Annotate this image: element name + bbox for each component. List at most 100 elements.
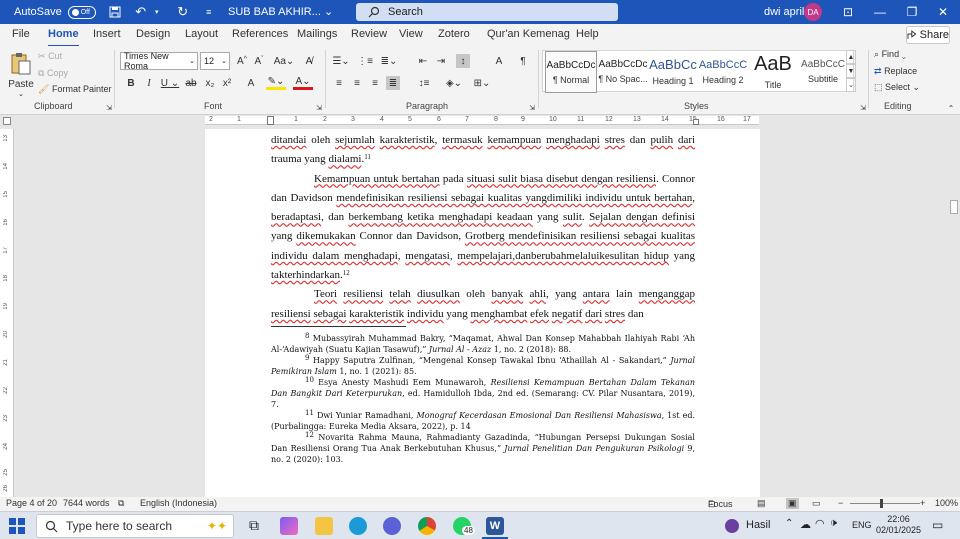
vertical-scrollbar[interactable]: [948, 116, 960, 497]
search-box[interactable]: Search: [356, 3, 618, 21]
autosave-toggle[interactable]: Off: [67, 5, 96, 19]
footnote-ref[interactable]: 11: [364, 153, 371, 161]
web-layout-icon[interactable]: ▭: [812, 498, 821, 509]
copilot-icon[interactable]: [280, 517, 298, 535]
collapse-ribbon-icon[interactable]: ⌃: [944, 101, 958, 115]
tab-review[interactable]: Review: [351, 28, 387, 40]
line-spacing-icon[interactable]: ↕≡: [414, 76, 434, 90]
multilevel-list-icon[interactable]: ≣⌄: [380, 54, 398, 68]
task-view-icon[interactable]: ⧉: [245, 517, 263, 535]
borders-icon[interactable]: ⊞⌄: [472, 76, 492, 90]
bullets-icon[interactable]: ☰⌄: [332, 54, 350, 68]
ruler-corner[interactable]: [3, 117, 11, 125]
notifications-icon[interactable]: ▭: [932, 518, 943, 532]
styles-scroll-down-icon[interactable]: ▼: [846, 64, 856, 78]
show-formatting-icon[interactable]: ¶: [516, 54, 530, 68]
cut-button[interactable]: ✂ Cut: [38, 51, 62, 62]
zoom-slider-thumb[interactable]: [880, 499, 883, 508]
weather-label[interactable]: Hasil: [746, 519, 770, 531]
clock[interactable]: 22:06 02/01/2025: [876, 514, 921, 536]
minimize-icon[interactable]: —: [872, 4, 888, 20]
underline-icon[interactable]: U ⌄: [160, 76, 180, 90]
font-name-select[interactable]: Times New Roma ⌄: [120, 51, 198, 71]
font-launcher-icon[interactable]: ⇲: [312, 101, 326, 115]
format-painter-button[interactable]: 🖌 Format Painter: [38, 84, 111, 95]
styles-scroll-up-icon[interactable]: ▲: [846, 50, 856, 64]
tab-help[interactable]: Help: [576, 28, 599, 40]
strikethrough-icon[interactable]: ab: [184, 76, 198, 90]
find-button[interactable]: ⌕ Find ⌄: [874, 49, 906, 60]
zoom-out-icon[interactable]: −: [838, 498, 843, 508]
show-hidden-icons[interactable]: ⌃: [785, 518, 793, 529]
paste-button[interactable]: Paste ⌄: [8, 52, 34, 100]
proofing-icon[interactable]: ⧉: [118, 498, 124, 509]
font-size-select[interactable]: 12 ⌄: [200, 52, 230, 70]
paragraph-launcher-icon[interactable]: ⇲: [525, 101, 539, 115]
app-icon[interactable]: [383, 517, 401, 535]
increase-indent-icon[interactable]: ⇥: [434, 54, 448, 68]
style-heading-2[interactable]: AaBbCcC Heading 2: [697, 51, 749, 93]
select-button[interactable]: ⬚ Select ⌄: [874, 82, 920, 93]
numbering-icon[interactable]: ⋮≡: [356, 54, 374, 68]
tab-quran-kemenag[interactable]: Qur'an Kemenag: [487, 28, 570, 40]
avatar[interactable]: DA: [804, 3, 822, 21]
italic-icon[interactable]: I: [142, 76, 156, 90]
right-indent-marker-icon[interactable]: [693, 119, 699, 125]
style-no-spacing[interactable]: AaBbCcDc ¶ No Spac...: [597, 51, 649, 93]
replace-button[interactable]: ⇄ Replace: [874, 66, 917, 77]
style-heading-1[interactable]: AaBbCc Heading 1: [647, 51, 699, 93]
highlight-icon[interactable]: ✎⌄: [266, 76, 286, 90]
wifi-icon[interactable]: ◠: [815, 517, 825, 530]
tab-layout[interactable]: Layout: [185, 28, 218, 40]
clear-formatting-icon[interactable]: A̸: [302, 54, 316, 68]
weather-icon[interactable]: [725, 519, 739, 533]
undo-icon[interactable]: ↶: [134, 4, 148, 19]
language-status[interactable]: English (Indonesia): [140, 498, 217, 508]
subscript-icon[interactable]: x₂: [203, 76, 217, 90]
decrease-indent-icon[interactable]: ⇤: [416, 54, 430, 68]
volume-icon[interactable]: 🕩: [830, 517, 837, 530]
footnotes[interactable]: 8 Mubassyirah Muhammad Bakry, “Maqamat, …: [271, 332, 695, 465]
zoom-slider[interactable]: [850, 503, 920, 504]
superscript-icon[interactable]: x²: [220, 76, 234, 90]
undo-dropdown-icon[interactable]: ▾: [150, 5, 164, 19]
change-case-icon[interactable]: Aa⌄: [273, 54, 295, 68]
text-effects-icon[interactable]: A: [244, 76, 258, 90]
windows-start-icon[interactable]: [9, 518, 25, 534]
save-icon[interactable]: [108, 5, 122, 19]
redo-icon[interactable]: ↻: [176, 4, 190, 19]
read-mode-icon[interactable]: ▤: [757, 498, 766, 509]
tab-references[interactable]: References: [232, 28, 288, 40]
input-language[interactable]: ENG: [852, 520, 872, 530]
restore-icon[interactable]: ❐: [904, 4, 920, 20]
justify-icon[interactable]: ≣: [386, 76, 400, 90]
user-name[interactable]: dwi april: [764, 6, 804, 18]
page-count[interactable]: Page 4 of 20: [6, 498, 57, 508]
document-title[interactable]: SUB BAB AKHIR... ⌄: [228, 5, 333, 18]
file-explorer-icon[interactable]: [315, 517, 333, 535]
indent-marker-icon[interactable]: [267, 116, 274, 125]
close-icon[interactable]: ✕: [935, 4, 951, 20]
font-color-icon[interactable]: A⌄: [293, 76, 313, 90]
align-left-icon[interactable]: ≡: [332, 76, 346, 90]
copy-button[interactable]: ⧉ Copy: [38, 68, 68, 79]
style-title[interactable]: AaB Title: [747, 51, 799, 93]
tab-mailings[interactable]: Mailings: [297, 28, 337, 40]
tab-home[interactable]: Home: [48, 28, 79, 47]
tab-insert[interactable]: Insert: [93, 28, 121, 40]
grow-font-icon[interactable]: A ^: [235, 54, 249, 68]
footnote-ref[interactable]: 12: [343, 269, 350, 277]
bold-icon[interactable]: B: [124, 76, 138, 90]
align-right-icon[interactable]: ≡: [368, 76, 382, 90]
tab-file[interactable]: File: [12, 28, 30, 40]
zoom-in-icon[interactable]: +: [920, 498, 925, 508]
sort-icon[interactable]: ↕: [456, 54, 470, 68]
shrink-font-icon[interactable]: Aˇ: [252, 54, 266, 68]
tab-view[interactable]: View: [399, 28, 423, 40]
taskbar-search[interactable]: Type here to search ✦✦: [36, 514, 234, 538]
edge-icon[interactable]: [349, 517, 367, 535]
word-icon[interactable]: W: [486, 517, 504, 535]
print-layout-icon[interactable]: ▣: [786, 498, 799, 509]
style-subtitle[interactable]: AaBbCcC Subtitle: [797, 51, 849, 93]
tab-zotero[interactable]: Zotero: [438, 28, 470, 40]
